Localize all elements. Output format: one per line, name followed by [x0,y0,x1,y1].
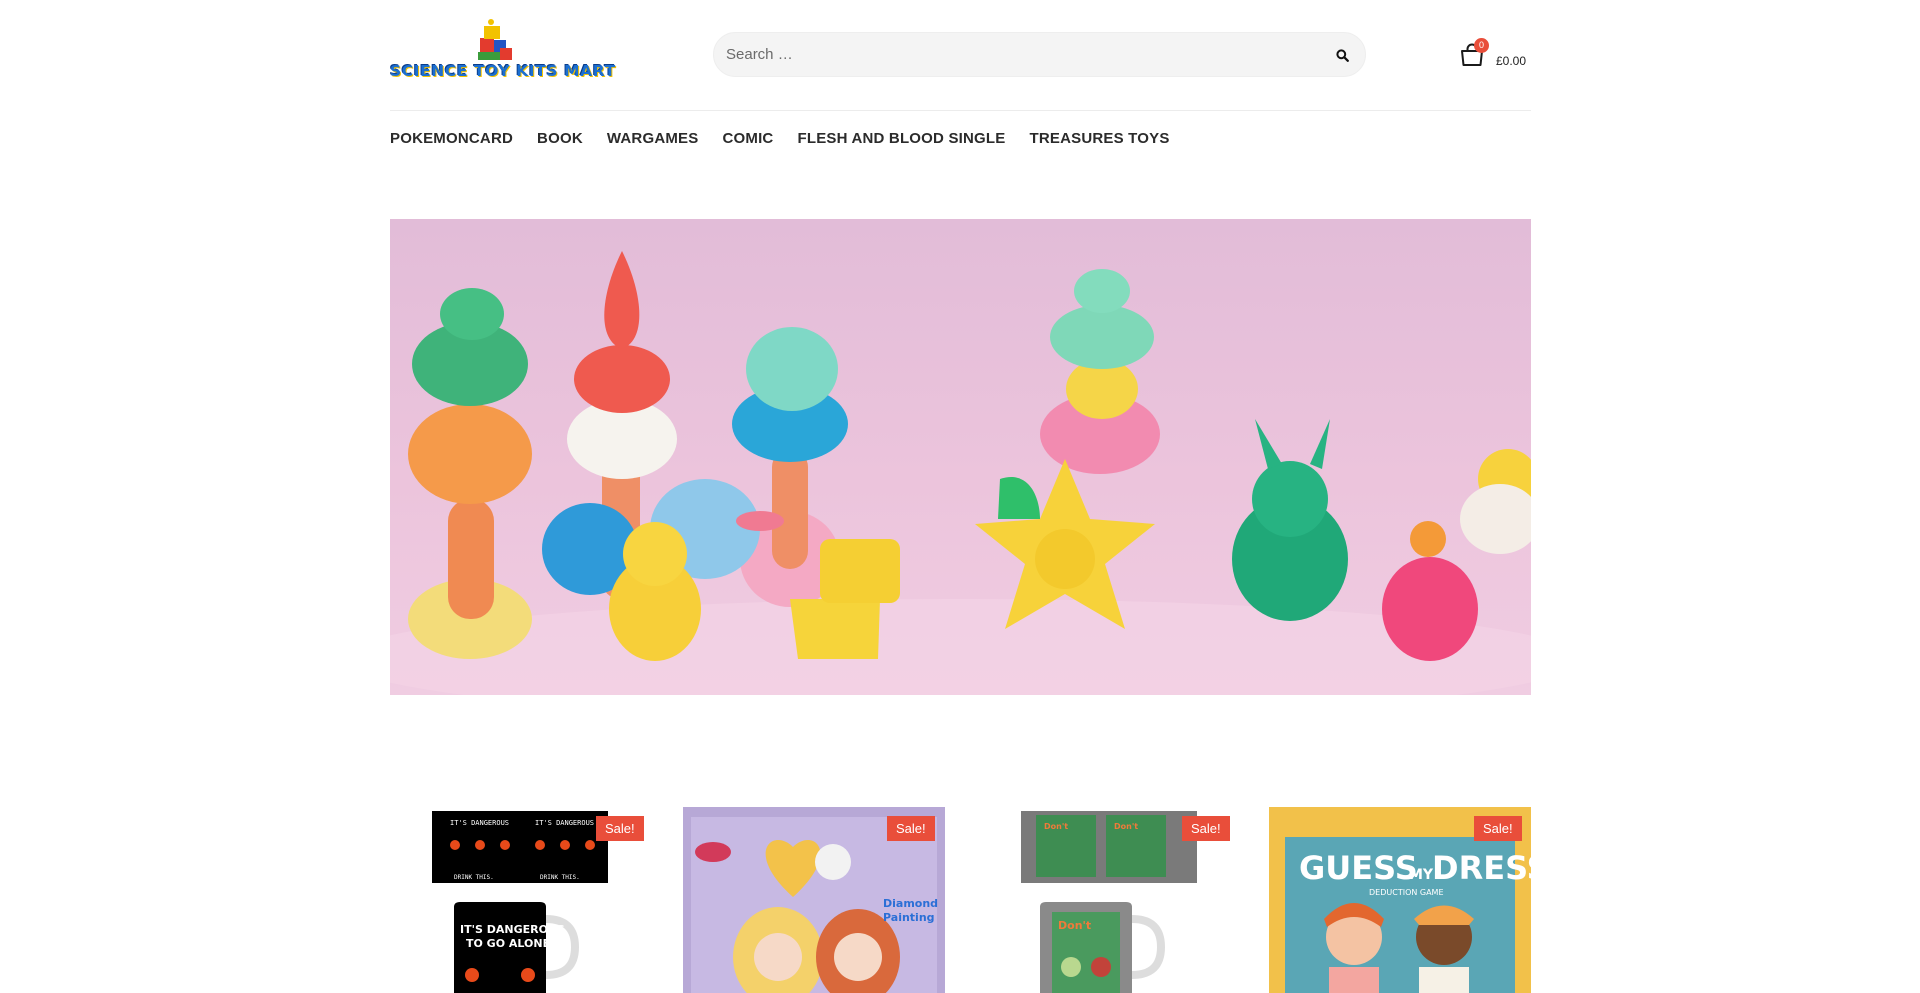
sale-badge: Sale! [887,816,935,841]
sale-badge: Sale! [1182,816,1230,841]
sale-badge: Sale! [1474,816,1522,841]
nav-item-book[interactable]: BOOK [537,130,583,147]
hero-image-clay-toys [390,251,1531,695]
cart-count-badge: 0 [1474,38,1489,53]
svg-text:IT'S DANGEROUS: IT'S DANGEROUS [535,819,594,827]
nav-item-comic[interactable]: COMIC [722,130,773,147]
product-grid: IT'S DANGEROUS IT'S DANGEROUS DRINK THIS… [390,807,1531,993]
nav-item-flesh-and-blood-single[interactable]: FLESH AND BLOOD SINGLE [797,130,1005,147]
svg-text:GUESS: GUESS [1299,849,1418,887]
site-logo[interactable]: SCIENCE TOY KITS MART [390,18,615,84]
svg-text:Don't: Don't [1044,822,1068,831]
svg-text:DEDUCTION GAME: DEDUCTION GAME [1369,888,1444,897]
main-navigation: POKEMONCARD BOOK WARGAMES COMIC FLESH AN… [390,111,1531,165]
cart-total: £0.00 [1496,54,1527,68]
product-card[interactable]: GUESS MY DRESS DEDUCTION GAME Sale! [1269,807,1531,993]
cart-button[interactable]: 0 £0.00 [1459,38,1531,74]
search-icon [1335,48,1349,62]
svg-text:MY: MY [1409,867,1434,883]
svg-text:IT'S DANGEROUS: IT'S DANGEROUS [450,819,509,827]
logo-text: SCIENCE TOY KITS MART [390,62,616,80]
svg-text:Don't: Don't [1058,919,1091,932]
nav-item-pokemoncard[interactable]: POKEMONCARD [390,130,513,147]
search-bar [713,32,1366,77]
sale-badge: Sale! [596,816,644,841]
nav-item-treasures-toys[interactable]: TREASURES TOYS [1029,130,1169,147]
svg-text:DRESS: DRESS [1432,849,1531,887]
svg-text:Don't: Don't [1114,822,1138,831]
search-button[interactable] [1331,44,1353,66]
svg-text:Painting: Painting [883,911,935,924]
svg-text:TO GO ALONE!: TO GO ALONE! [466,937,555,950]
svg-text:DRINK THIS.: DRINK THIS. [540,874,580,881]
product-card[interactable]: Don't Don't Don't Sale! [976,807,1238,993]
hero-banner [390,219,1531,695]
nav-item-wargames[interactable]: WARGAMES [607,130,699,147]
svg-text:IT'S DANGEROUS: IT'S DANGEROUS [460,923,565,936]
site-header: SCIENCE TOY KITS MART 0 £0.00 [390,0,1531,111]
search-input[interactable] [726,33,1316,76]
product-card[interactable]: IT'S DANGEROUS IT'S DANGEROUS DRINK THIS… [390,807,652,993]
svg-text:DRINK THIS.: DRINK THIS. [454,874,494,881]
product-card[interactable]: Diamond Painting Sale! [683,807,945,993]
svg-text:Diamond: Diamond [883,897,938,910]
